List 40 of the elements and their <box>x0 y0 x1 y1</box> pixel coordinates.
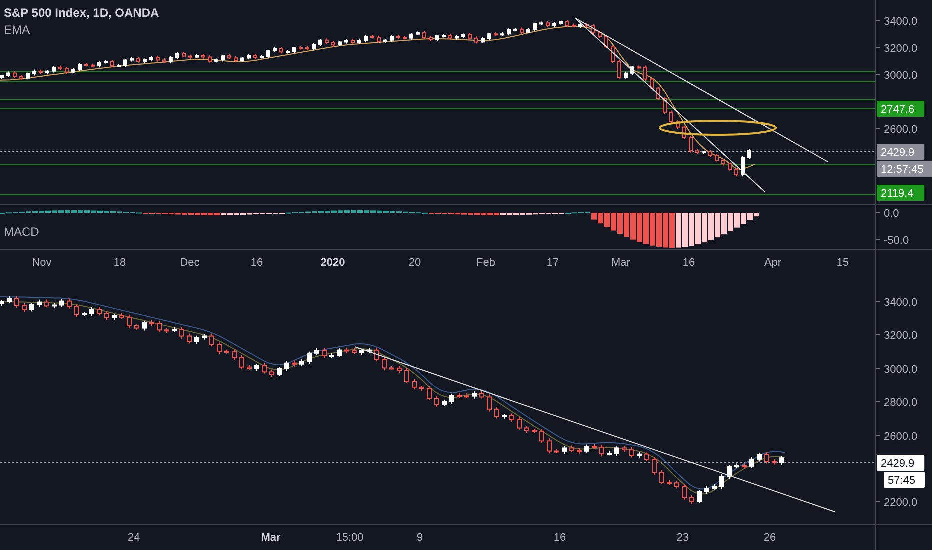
time-label: 2020 <box>320 257 346 269</box>
price-label: -50.0 <box>884 235 910 247</box>
price-label: 2200.0 <box>884 497 918 509</box>
price-tag: 2429.9 <box>877 144 925 160</box>
time-label: Apr <box>764 257 782 269</box>
price-label: 0.0 <box>884 208 900 220</box>
price-label: 3200.0 <box>884 43 918 55</box>
price-label: 3000.0 <box>884 364 918 376</box>
price-label: 3200.0 <box>884 330 918 342</box>
time-label: 18 <box>114 257 126 269</box>
indicator-label: EMA <box>4 23 30 37</box>
price-label: 3000.0 <box>884 70 918 82</box>
time-label: 16 <box>250 257 264 269</box>
time-label: 17 <box>546 257 560 269</box>
time-label: 15 <box>836 257 850 269</box>
time-label: Mar <box>261 532 281 544</box>
price-label: 2600.0 <box>884 431 918 443</box>
time-label: 15:00 <box>336 532 364 544</box>
time-label: Feb <box>476 257 496 269</box>
time-label: 20 <box>408 257 422 269</box>
time-label: 24 <box>128 532 140 544</box>
time-label: 16 <box>554 532 566 544</box>
price-tag: 2119.4 <box>877 185 925 201</box>
price-tag: 2747.6 <box>877 101 925 117</box>
chart-title: S&P 500 Index, 1D, OANDA <box>4 6 160 20</box>
price-tag: 57:45 <box>884 472 925 488</box>
price-label: 3400.0 <box>884 16 918 28</box>
time-label: 16 <box>682 257 696 269</box>
time-label: Mar <box>612 257 630 269</box>
time-label: 9 <box>416 532 424 544</box>
time-label: 26 <box>764 532 776 544</box>
time-label: Nov <box>32 257 52 269</box>
price-tag: 12:57:45 <box>877 161 932 177</box>
price-tag: 2429.9 <box>877 455 925 471</box>
indicator-label: MACD <box>4 225 40 239</box>
time-label: 23 <box>676 532 690 544</box>
time-label: Dec <box>180 257 200 269</box>
price-label: 2800.0 <box>884 397 918 409</box>
price-label: 3400.0 <box>884 297 918 309</box>
price-label: 2600.0 <box>884 124 918 136</box>
